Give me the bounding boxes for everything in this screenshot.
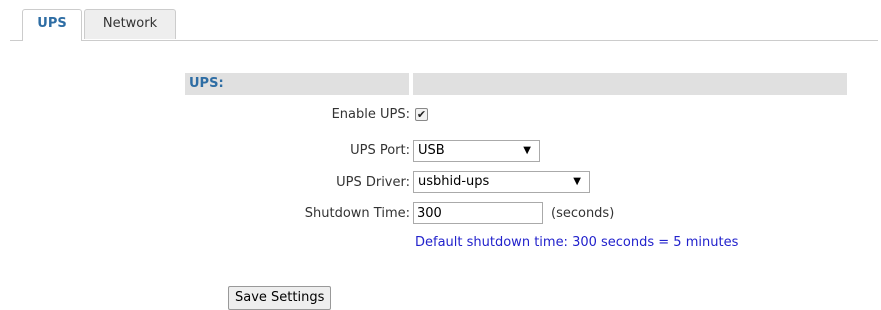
section-header-ups: UPS: (185, 73, 409, 95)
save-settings-button[interactable]: Save Settings (228, 286, 332, 310)
ups-port-select[interactable]: USB ▼ (413, 140, 540, 162)
ups-driver-select[interactable]: usbhid-ups ▼ (413, 171, 590, 193)
shutdown-time-input[interactable] (413, 202, 543, 224)
ups-driver-value: usbhid-ups (418, 174, 490, 189)
ups-port-value: USB (418, 143, 445, 158)
tab-network[interactable]: Network (84, 9, 176, 39)
shutdown-time-unit: (seconds) (551, 206, 615, 221)
dropdown-arrow-icon: ▼ (523, 145, 531, 156)
ups-driver-label: UPS Driver: (336, 175, 410, 190)
tab-bar: UPS Network (10, 9, 878, 41)
section-header-bar (413, 73, 847, 95)
shutdown-hint: Default shutdown time: 300 seconds = 5 m… (415, 235, 739, 250)
tab-ups[interactable]: UPS (22, 9, 82, 41)
shutdown-time-label: Shutdown Time: (304, 206, 410, 221)
checkmark-icon: ✔ (416, 108, 427, 121)
enable-ups-checkbox[interactable]: ✔ (415, 108, 428, 121)
dropdown-arrow-icon: ▼ (573, 176, 581, 187)
enable-ups-label: Enable UPS: (331, 107, 410, 122)
ups-port-label: UPS Port: (350, 143, 410, 158)
